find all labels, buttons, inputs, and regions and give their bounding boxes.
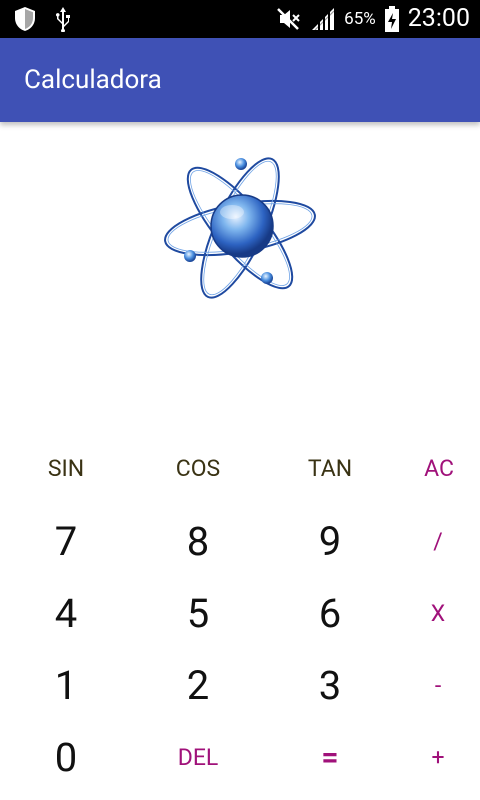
- keypad: SIN COS TAN AC 7 8 9 / 4 5 6 X 1 2 3 - 0…: [0, 432, 480, 800]
- keypad-row-456: 4 5 6 X: [0, 577, 480, 649]
- digit-1-button[interactable]: 1: [6, 649, 126, 721]
- app-bar: Calculadora: [0, 38, 480, 122]
- multiply-button[interactable]: X: [378, 577, 480, 649]
- keypad-row-789: 7 8 9 /: [0, 505, 480, 577]
- digit-8-button[interactable]: 8: [138, 505, 258, 577]
- keypad-row-123: 1 2 3 -: [0, 649, 480, 721]
- subtract-button[interactable]: -: [378, 649, 480, 721]
- digit-0-button[interactable]: 0: [6, 721, 126, 793]
- shield-icon: [14, 6, 36, 32]
- delete-button[interactable]: DEL: [138, 721, 258, 793]
- sin-button[interactable]: SIN: [6, 432, 126, 504]
- status-bar: 65% 23:00: [0, 0, 480, 38]
- digit-3-button[interactable]: 3: [270, 649, 390, 721]
- usb-icon: [54, 6, 72, 32]
- app-title: Calculadora: [24, 65, 162, 95]
- digit-2-button[interactable]: 2: [138, 649, 258, 721]
- keypad-row-functions: SIN COS TAN AC: [0, 432, 480, 504]
- equals-button[interactable]: =: [270, 721, 390, 793]
- divide-button[interactable]: /: [378, 505, 480, 577]
- digit-4-button[interactable]: 4: [6, 577, 126, 649]
- mute-icon: [274, 5, 302, 33]
- cos-button[interactable]: COS: [138, 432, 258, 504]
- battery-percent: 65%: [344, 9, 376, 29]
- signal-icon: [310, 6, 336, 32]
- tan-button[interactable]: TAN: [270, 432, 390, 504]
- all-clear-button[interactable]: AC: [379, 432, 480, 504]
- digit-9-button[interactable]: 9: [270, 505, 390, 577]
- digit-7-button[interactable]: 7: [6, 505, 126, 577]
- digit-6-button[interactable]: 6: [270, 577, 390, 649]
- atom-icon: [160, 150, 320, 310]
- add-button[interactable]: +: [378, 721, 480, 793]
- status-time: 23:00: [407, 4, 470, 33]
- keypad-row-0: 0 DEL = +: [0, 721, 480, 793]
- battery-charging-icon: [384, 5, 400, 33]
- digit-5-button[interactable]: 5: [138, 577, 258, 649]
